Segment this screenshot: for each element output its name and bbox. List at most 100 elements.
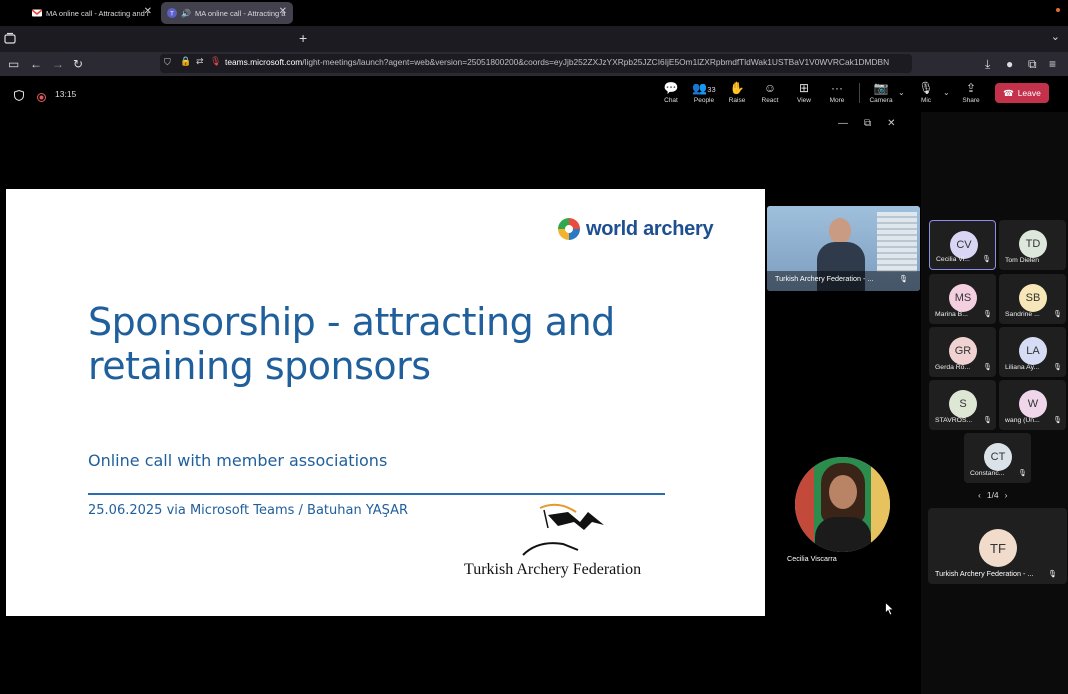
mic-muted-icon: 🎙 [1053,311,1062,318]
participant-tile[interactable]: SB Sandrine ... 🎙 [999,274,1066,324]
avatar: SB [1019,284,1047,312]
stage-window-controls: — ⧉ ✕ [838,118,912,129]
shared-slide [6,189,765,616]
avatar: W [1019,390,1047,418]
extensions-icon[interactable]: ⧉ [1028,56,1037,72]
url-text[interactable]: teams.microsoft.com/light-meetings/launc… [225,57,891,67]
lock-icon[interactable]: 🔒 [180,56,191,67]
chevron-down-icon[interactable]: ⌄ [1051,30,1060,43]
avatar: CT [984,443,1012,471]
camera-off-icon: 📷 [873,81,889,95]
avatar: LA [1019,337,1047,365]
participant-tile[interactable]: MS Marina B... 🎙 [929,274,996,324]
menu-icon[interactable]: ≡ [1049,56,1056,72]
tab-list-icon[interactable] [4,31,20,47]
close-icon[interactable]: ✕ [279,6,287,17]
view-button[interactable]: ⊞ View [787,81,821,104]
gmail-icon [32,9,42,17]
forward-icon[interactable]: → [52,56,64,72]
grid-icon: ⊞ [798,81,810,95]
person-head-image [829,218,851,244]
share-icon: ⇪ [965,81,977,95]
mic-muted-icon: 🎙 [983,364,992,371]
body-image [815,517,871,552]
presenter-label: Turkish Archery Federation - ... [775,274,874,283]
face-image [829,475,857,509]
back-icon[interactable]: ← [30,56,42,72]
participant-tile[interactable]: W wang (Un... 🎙 [999,380,1066,430]
url-path: /light-meetings/launch?agent=web&version… [302,57,890,67]
mic-muted-icon: 🎙 [1048,569,1058,578]
mic-muted-icon: 🎙 [983,417,992,424]
close-icon[interactable]: ✕ [887,118,895,129]
archer-on-horse-logo-icon [518,500,613,565]
chevron-left-icon[interactable]: ‹ [978,490,981,500]
minimize-icon[interactable]: — [838,118,848,129]
slide-title: Sponsorship - attracting and retaining s… [88,300,615,388]
toolbar-divider [859,83,860,103]
new-tab-icon[interactable]: + [299,30,307,46]
url-domain: teams.microsoft.com [225,57,303,67]
chat-button[interactable]: 💬 Chat [654,81,688,104]
chat-icon: 💬 [663,81,679,95]
participant-tile[interactable]: CT Constanc... 🎙 [964,433,1031,483]
tab-teams[interactable]: T 🔊 MA online call - Attracting a ✕ [161,2,293,24]
meeting-header [0,76,1068,112]
recording-dot-icon [1056,8,1060,12]
mic-muted-icon: 🎙 [1018,470,1027,477]
react-button[interactable]: ☺ React [753,81,787,104]
smiley-icon: ☺ [763,81,777,95]
tab-gmail[interactable]: MA online call - Attracting and r ✕ [26,2,158,24]
participant-name: Tom Dielen [1005,257,1039,264]
leave-button[interactable]: ☎ Leave [995,83,1049,103]
mic-muted-icon: 🎙 [983,311,992,318]
download-icon[interactable]: ⤓ [985,56,990,72]
avatar: MS [949,284,977,312]
mic-muted-icon: 🎙 [1053,417,1062,424]
people-button[interactable]: 👥33 People [687,81,721,104]
restore-icon[interactable]: ⧉ [864,118,871,129]
more-button[interactable]: ··· More [820,81,854,104]
active-speaker-video[interactable] [795,457,890,552]
participant-tile[interactable]: TD Tom Dielen [999,220,1066,270]
chevron-down-icon[interactable]: ⌄ [943,88,950,97]
recording-icon [37,89,46,107]
participant-tile[interactable]: S STAVROS... 🎙 [929,380,996,430]
account-icon[interactable]: ● [1006,56,1013,72]
mic-off-icon: 🎙 [918,81,934,95]
building-image [877,212,917,272]
slide-date-line: 25.06.2025 via Microsoft Teams / Batuhan… [88,503,409,518]
share-button[interactable]: ⇪ Share [954,81,988,104]
participant-tile[interactable]: GR Gerda Ro... 🎙 [929,327,996,377]
chevron-right-icon[interactable]: › [1005,490,1008,500]
mic-button[interactable]: 🎙 Mic [909,81,943,104]
meeting-timer: 13:15 [55,89,77,99]
people-icon: 👥33 [692,81,716,95]
avatar: CV [950,231,978,259]
teams-icon: T [167,8,177,18]
participant-tile[interactable]: CV Cecilia Vi... 🎙 [929,220,996,270]
tab-title: MA online call - Attracting a [194,8,286,18]
world-archery-wordmark: world archery [586,217,714,240]
page-indicator: 1/4 [986,490,999,500]
participants-pager: ‹ 1/4 › [978,490,1008,500]
avatar: S [949,390,977,418]
active-speaker-name: Cecilia Viscarra [787,554,837,563]
raise-hand-button[interactable]: ✋ Raise [720,81,754,104]
presenter-video-tile[interactable]: Turkish Archery Federation - ... 🎙 [767,206,920,291]
speaker-icon[interactable]: 🔊 [181,9,191,18]
permissions-icon[interactable]: ⇄ [196,56,204,67]
sidebar-icon[interactable]: ▭ [8,56,19,72]
microphone-icon[interactable]: 🎙 [210,56,221,67]
shield-icon[interactable]: ⛉ [164,57,171,68]
chevron-down-icon[interactable]: ⌄ [898,88,905,97]
reload-icon[interactable]: ↻ [73,56,83,72]
camera-button[interactable]: 📷 Camera [864,81,898,104]
tab-title: MA online call - Attracting and r [46,8,150,18]
close-icon[interactable]: ✕ [144,6,152,17]
participant-tile[interactable]: LA Liliana Ay... 🎙 [999,327,1066,377]
shield-icon [14,88,24,106]
hand-icon: ✋ [729,81,745,95]
slide-divider [88,493,665,495]
mic-muted-icon: 🎙 [899,274,909,283]
